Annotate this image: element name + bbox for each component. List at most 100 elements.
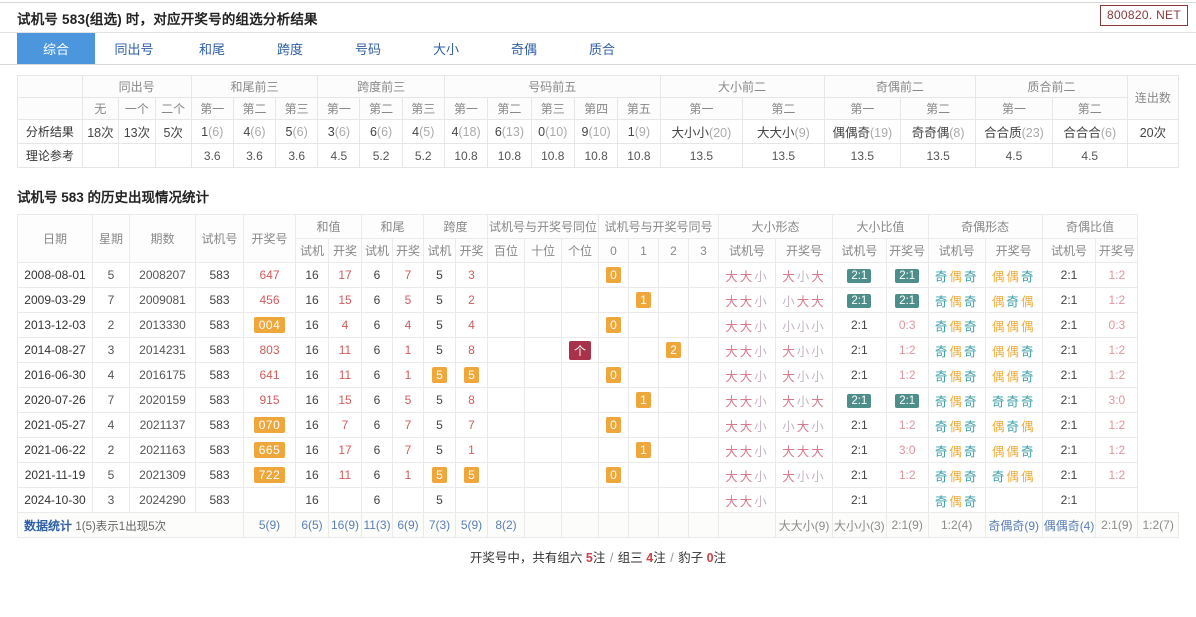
cell-tonghao-3 [688, 412, 720, 438]
analysis-result-0: 18次 [81, 119, 120, 144]
page-title: 试机号 583(组选) 时，对应开奖号的组选分析结果 [17, 11, 318, 27]
cell-jiou-xingtai-shiji: 奇偶奇 [927, 312, 986, 338]
sub-header-hw-2: 第二 [232, 97, 277, 120]
stats-shijihao: 5(9) [243, 512, 296, 538]
analysis-result-2: 5次 [154, 119, 192, 144]
cell-issue: 2021163 [129, 437, 196, 463]
stats-tongwei-shiwei [560, 512, 600, 538]
cell-tonghao-2: 2 [658, 337, 690, 363]
cell-date: 2021-06-22 [17, 437, 93, 463]
table-row[interactable]: 2016-06-30 4 2016175 583 641 16 11 6 1 5 5 0 大大小 大小小 2… [17, 362, 1179, 388]
table-row[interactable]: 2008-08-01 5 2008207 583 647 16 17 6 7 5 3 0 大大小 大小大 2… [17, 262, 1179, 288]
sub-header-kd-1: 第一 [317, 97, 361, 120]
table-row[interactable]: 2021-11-19 5 2021309 583 722 16 11 6 1 5 5 0 大大小 大小小 2… [17, 462, 1179, 488]
table-row[interactable]: 2021-06-22 2 2021163 583 665 16 17 6 7 5 1 1 大大小 大大大 2… [17, 437, 1179, 463]
kaijianghao-highlight: 070 [253, 417, 286, 433]
tonghao-0-highlight: 0 [606, 417, 621, 433]
tab-kuadu[interactable]: 跨度 [251, 33, 329, 64]
col-header-kaijianghao: 开奖号 [243, 214, 296, 263]
bottom-note-baozi-count: 0 [706, 551, 714, 565]
cell-hewei-kaijiang: 5 [392, 387, 424, 413]
tab-zhihe[interactable]: 质合 [563, 33, 641, 64]
tab-daxiao[interactable]: 大小 [407, 33, 485, 64]
cell-daxiao-xingtai-shiji: 大大小 [718, 437, 777, 463]
cell-hewei-kaijiang: 1 [392, 362, 424, 388]
cell-hewei-kaijiang [392, 487, 424, 513]
tab-bar: 综合 同出号 和尾 跨度 号码 大小 奇偶 质合 [0, 33, 1196, 65]
cell-tongwei-gewei [560, 462, 600, 488]
cell-jiou-xingtai-shiji: 奇偶奇 [927, 462, 986, 488]
cell-week: 5 [92, 462, 130, 488]
tab-zonghe[interactable]: 综合 [17, 33, 95, 64]
cell-shijihao: 583 [195, 387, 244, 413]
table-row[interactable]: 2021-05-27 4 2021137 583 070 16 7 6 7 5 7 0 大大小 小大小 2:… [17, 412, 1179, 438]
cell-tonghao-0 [598, 437, 630, 463]
cell-hewei-shiji: 6 [361, 287, 393, 313]
cell-jiou-xingtai-shiji: 奇偶奇 [927, 387, 986, 413]
analysis-result-8: 4(5) [401, 119, 445, 144]
cell-jiou-xingtai-kaijiang: 奇偶偶 [984, 462, 1043, 488]
cell-kuadu-shiji: 5 [423, 362, 456, 388]
cell-jiou-xingtai-kaijiang: 偶偶奇 [984, 437, 1043, 463]
col-header-date: 日期 [17, 214, 93, 263]
cell-daxiao-xingtai-kaijiang: 大小小 [775, 337, 834, 363]
kuadu-kaijiang-highlight: 5 [464, 367, 479, 383]
cell-tonghao-2 [658, 312, 690, 338]
table-row[interactable]: 2020-07-26 7 2020159 583 915 16 15 6 5 5 8 1 大大小 大小大 2… [17, 387, 1179, 413]
stats-hezhi-kaijiang: 11(3) [361, 512, 393, 538]
tab-haoma[interactable]: 号码 [329, 33, 407, 64]
analysis-theory-0 [81, 143, 120, 168]
group-header-jiouqianer: 奇偶前二 [823, 75, 977, 98]
table-row[interactable]: 2009-03-29 7 2009081 583 456 16 15 6 5 5 2 1 大大小 小大大 2… [17, 287, 1179, 313]
cell-tonghao-1 [628, 262, 660, 288]
sub-header-hm-2: 第二 [487, 97, 532, 120]
sub-header-kd-3: 第三 [401, 97, 445, 120]
analysis-sub-corner-cell [17, 97, 83, 120]
tab-jiou[interactable]: 奇偶 [485, 33, 563, 64]
cell-daxiao-bizhi-kaijiang: 2:1 [885, 387, 929, 413]
cell-jiou-bizhi-kaijiang [1095, 487, 1139, 513]
table-row[interactable]: 2024-10-30 3 2024290 583 16 6 5 大大小 2:1 奇偶奇 2:1 [17, 487, 1179, 513]
tab-tongchuhao[interactable]: 同出号 [95, 33, 173, 64]
cell-jiou-xingtai-kaijiang [984, 487, 1043, 513]
cell-issue: 2020159 [129, 387, 196, 413]
table-row[interactable]: 2014-08-27 3 2014231 583 803 16 11 6 1 5 8 个 2 大大小 大小小… [17, 337, 1179, 363]
col-header-issue: 期数 [129, 214, 196, 263]
cell-hewei-kaijiang: 5 [392, 287, 424, 313]
cell-daxiao-xingtai-shiji: 大大小 [718, 412, 777, 438]
tab-hewei[interactable]: 和尾 [173, 33, 251, 64]
stats-tonghao-1 [658, 512, 690, 538]
cell-daxiao-bizhi-kaijiang: 1:2 [885, 462, 929, 488]
col-header-hewei: 和尾 [361, 214, 424, 239]
cell-issue: 2024290 [129, 487, 196, 513]
analysis-table-wrap: 同出号 和尾前三 跨度前三 号码前五 大小前二 奇偶前二 质合前二 连出数 无 … [0, 65, 1196, 168]
col-header-hezhi: 和值 [295, 214, 362, 239]
stats-tongwei-baiwei [524, 512, 562, 538]
cell-daxiao-xingtai-kaijiang: 小小小 [775, 312, 834, 338]
cell-tongwei-gewei [560, 412, 600, 438]
table-row[interactable]: 2013-12-03 2 2013330 583 004 16 4 6 4 5 4 0 大大小 小小小 2:… [17, 312, 1179, 338]
stats-daxiao-bizhi-kaijiang: 1:2(4) [927, 512, 986, 538]
cell-jiou-bizhi-shiji: 2:1 [1041, 412, 1097, 438]
analysis-theory-7: 5.2 [359, 143, 403, 168]
cell-jiou-xingtai-kaijiang: 偶奇偶 [984, 412, 1043, 438]
cell-tongwei-shiwei [524, 337, 562, 363]
cell-tonghao-2 [658, 462, 690, 488]
sub-header-yige: 一个 [118, 97, 156, 120]
analysis-result-1: 13次 [118, 119, 156, 144]
sub-col-jo-kaijianghao: 开奖号 [984, 238, 1043, 263]
cell-kuadu-shiji: 5 [423, 262, 456, 288]
cell-tongwei-gewei [560, 387, 600, 413]
analysis-result-18: 合合质(23) [975, 119, 1053, 144]
stats-kuadu-shiji: 5(9) [455, 512, 488, 538]
cell-date: 2021-05-27 [17, 412, 93, 438]
sub-col-dx-kaijianghao: 开奖号 [775, 238, 834, 263]
cell-jiou-xingtai-shiji: 奇偶奇 [927, 487, 986, 513]
cell-tonghao-0 [598, 337, 630, 363]
tonghao-1-highlight: 1 [636, 442, 651, 458]
analysis-theory-16: 13.5 [823, 143, 902, 168]
cell-kuadu-shiji: 5 [423, 412, 456, 438]
cell-hezhi-shiji: 16 [295, 387, 329, 413]
analysis-theory-6: 4.5 [317, 143, 361, 168]
cell-daxiao-bizhi-kaijiang [885, 487, 929, 513]
